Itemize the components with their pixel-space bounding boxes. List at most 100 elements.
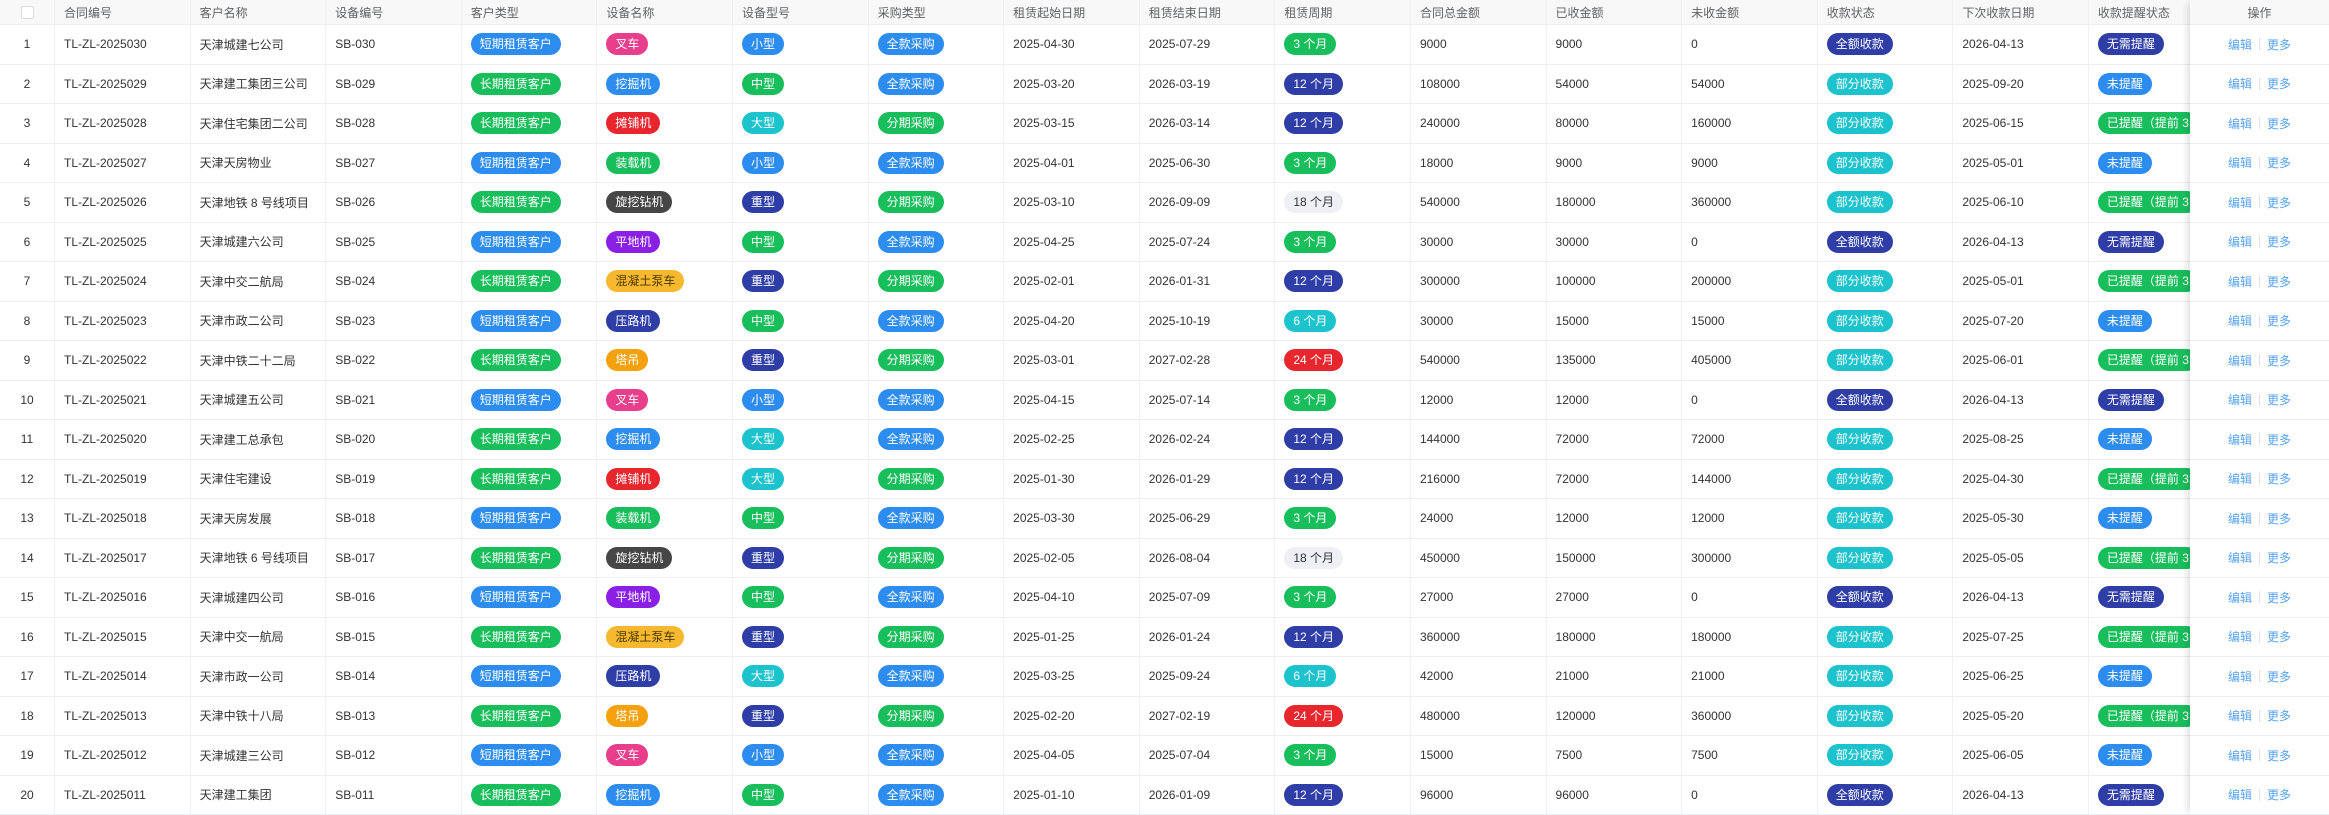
table-row[interactable]: 5 TL-ZL-2025026 天津地铁 8 号线项目 SB-026 长期租赁客户 旋挖钻… xyxy=(0,183,2225,223)
edit-link[interactable]: 编辑 xyxy=(2228,628,2252,645)
edit-link[interactable]: 编辑 xyxy=(2228,36,2252,53)
edit-link[interactable]: 编辑 xyxy=(2228,391,2252,408)
table-row[interactable]: 12 TL-ZL-2025019 天津住宅建设 SB-019 长期租赁客户 摊铺机 大型 分期… xyxy=(0,459,2225,499)
table-row[interactable]: 16 TL-ZL-2025015 天津中交一航局 SB-015 长期租赁客户 混凝土泵车 重… xyxy=(0,617,2225,657)
customer-name-cell: 天津城建七公司 xyxy=(191,25,327,64)
edit-link[interactable]: 编辑 xyxy=(2228,352,2252,369)
table-row[interactable]: 13 TL-ZL-2025018 天津天房发展 SB-018 短期租赁客户 装载机 中型 全款… xyxy=(0,499,2225,539)
payment-status-tag: 部分收款 xyxy=(1826,270,1893,293)
purchase-type-tag: 分期采购 xyxy=(877,112,944,135)
lease-end-date-cell: 2025-09-24 xyxy=(1140,657,1276,696)
more-link[interactable]: 更多 xyxy=(2267,431,2291,448)
lease-start-date-cell: 2025-02-05 xyxy=(1004,538,1140,577)
purchase-type-cell: 全款采购 xyxy=(869,775,1005,814)
payment-status-tag: 部分收款 xyxy=(1826,665,1893,688)
rental-contract-table: 合同编号 客户名称 设备编号 客户类型 设备名称 设备型号 采购类型 租赁起始日… xyxy=(0,0,2225,815)
table-row[interactable]: 2 TL-ZL-2025029 天津建工集团三公司 SB-029 长期租赁客户 挖掘机 中型… xyxy=(0,64,2225,104)
table-row[interactable]: 10 TL-ZL-2025021 天津城建五公司 SB-021 短期租赁客户 叉车 小型 全款… xyxy=(0,380,2225,420)
next-payment-date-cell: 2025-09-20 xyxy=(1953,64,2089,103)
actions-row: 编辑 更多 xyxy=(2190,460,2329,499)
more-link[interactable]: 更多 xyxy=(2267,628,2291,645)
table-row[interactable]: 8 TL-ZL-2025023 天津市政二公司 SB-023 短期租赁客户 压路机 中型 全款… xyxy=(0,301,2225,341)
next-payment-date-cell: 2025-06-10 xyxy=(1953,183,2089,222)
lease-start-date-cell: 2025-04-25 xyxy=(1004,222,1140,261)
table-row[interactable]: 20 TL-ZL-2025011 天津建工集团 SB-011 长期租赁客户 挖掘机 中型 全款… xyxy=(0,775,2225,815)
contract-no-cell: TL-ZL-2025029 xyxy=(55,64,191,103)
action-divider xyxy=(2259,749,2260,762)
edit-link[interactable]: 编辑 xyxy=(2228,747,2252,764)
payment-status-tag: 部分收款 xyxy=(1826,428,1893,451)
more-link[interactable]: 更多 xyxy=(2267,352,2291,369)
edit-link[interactable]: 编辑 xyxy=(2228,549,2252,566)
received-amount-cell: 100000 xyxy=(1547,262,1683,301)
more-link[interactable]: 更多 xyxy=(2267,668,2291,685)
more-link[interactable]: 更多 xyxy=(2267,510,2291,527)
edit-link[interactable]: 编辑 xyxy=(2228,470,2252,487)
lease-start-date-cell: 2025-02-20 xyxy=(1004,696,1140,735)
table-row[interactable]: 14 TL-ZL-2025017 天津地铁 6 号线项目 SB-017 长期租赁客户 旋挖… xyxy=(0,538,2225,578)
more-link[interactable]: 更多 xyxy=(2267,154,2291,171)
lease-period-cell: 12 个月 xyxy=(1275,420,1411,459)
lease-period-tag: 18 个月 xyxy=(1284,191,1344,214)
lease-end-date-cell: 2025-07-29 xyxy=(1140,25,1276,64)
more-link[interactable]: 更多 xyxy=(2267,194,2291,211)
table-row[interactable]: 4 TL-ZL-2025027 天津天房物业 SB-027 短期租赁客户 装载机 小型 全款采… xyxy=(0,143,2225,183)
purchase-type-tag: 全款采购 xyxy=(877,230,944,253)
lease-start-date-cell: 2025-03-10 xyxy=(1004,183,1140,222)
more-link[interactable]: 更多 xyxy=(2267,233,2291,250)
edit-link[interactable]: 编辑 xyxy=(2228,786,2252,803)
more-link[interactable]: 更多 xyxy=(2267,312,2291,329)
equipment-name-cell: 装载机 xyxy=(597,499,733,538)
table-row[interactable]: 11 TL-ZL-2025020 天津建工总承包 SB-020 长期租赁客户 挖掘机 大型 全… xyxy=(0,420,2225,460)
purchase-type-tag: 分期采购 xyxy=(877,704,944,727)
select-all-checkbox[interactable] xyxy=(20,5,34,19)
table-row[interactable]: 7 TL-ZL-2025024 天津中交二航局 SB-024 长期租赁客户 混凝土泵车 重型… xyxy=(0,262,2225,302)
equipment-name-cell: 压路机 xyxy=(597,301,733,340)
more-link[interactable]: 更多 xyxy=(2267,273,2291,290)
more-link[interactable]: 更多 xyxy=(2267,391,2291,408)
more-link[interactable]: 更多 xyxy=(2267,589,2291,606)
more-link[interactable]: 更多 xyxy=(2267,470,2291,487)
action-divider xyxy=(2259,117,2260,130)
purchase-type-cell: 全款采购 xyxy=(869,25,1005,64)
edit-link[interactable]: 编辑 xyxy=(2228,194,2252,211)
table-row[interactable]: 1 TL-ZL-2025030 天津城建七公司 SB-030 短期租赁客户 叉车 小型 全款采… xyxy=(0,25,2225,65)
edit-link[interactable]: 编辑 xyxy=(2228,510,2252,527)
edit-link[interactable]: 编辑 xyxy=(2228,273,2252,290)
purchase-type-tag: 全款采购 xyxy=(877,783,944,806)
edit-link[interactable]: 编辑 xyxy=(2228,233,2252,250)
contract-total-cell: 480000 xyxy=(1411,696,1547,735)
more-link[interactable]: 更多 xyxy=(2267,747,2291,764)
table-row[interactable]: 19 TL-ZL-2025012 天津城建三公司 SB-012 短期租赁客户 叉车 小型 全款… xyxy=(0,736,2225,776)
edit-link[interactable]: 编辑 xyxy=(2228,431,2252,448)
row-index: 3 xyxy=(0,104,55,143)
edit-link[interactable]: 编辑 xyxy=(2228,75,2252,92)
table-row[interactable]: 3 TL-ZL-2025028 天津住宅集团二公司 SB-028 长期租赁客户 摊铺机 大型… xyxy=(0,104,2225,144)
edit-link[interactable]: 编辑 xyxy=(2228,312,2252,329)
contract-no-cell: TL-ZL-2025023 xyxy=(55,301,191,340)
more-link[interactable]: 更多 xyxy=(2267,707,2291,724)
edit-link[interactable]: 编辑 xyxy=(2228,115,2252,132)
actions-row: 编辑 更多 xyxy=(2190,420,2329,460)
purchase-type-cell: 全款采购 xyxy=(869,657,1005,696)
customer-type-cell: 长期租赁客户 xyxy=(462,262,598,301)
table-row[interactable]: 18 TL-ZL-2025013 天津中铁十八局 SB-013 长期租赁客户 塔吊 重型 分期… xyxy=(0,696,2225,736)
more-link[interactable]: 更多 xyxy=(2267,75,2291,92)
more-link[interactable]: 更多 xyxy=(2267,549,2291,566)
lease-period-tag: 3 个月 xyxy=(1284,388,1337,411)
more-link[interactable]: 更多 xyxy=(2267,36,2291,53)
edit-link[interactable]: 编辑 xyxy=(2228,589,2252,606)
lease-start-date-cell: 2025-04-20 xyxy=(1004,301,1140,340)
table-row[interactable]: 15 TL-ZL-2025016 天津城建四公司 SB-016 短期租赁客户 平地机 中型 全… xyxy=(0,578,2225,618)
table-row[interactable]: 9 TL-ZL-2025022 天津中铁二十二局 SB-022 长期租赁客户 塔吊 重型 分期… xyxy=(0,341,2225,381)
table-row[interactable]: 17 TL-ZL-2025014 天津市政一公司 SB-014 短期租赁客户 压路机 大型 全… xyxy=(0,657,2225,697)
edit-link[interactable]: 编辑 xyxy=(2228,668,2252,685)
edit-link[interactable]: 编辑 xyxy=(2228,154,2252,171)
edit-link[interactable]: 编辑 xyxy=(2228,707,2252,724)
contract-total-cell: 27000 xyxy=(1411,578,1547,617)
customer-name-cell: 天津建工集团三公司 xyxy=(191,64,327,103)
more-link[interactable]: 更多 xyxy=(2267,786,2291,803)
table-row[interactable]: 6 TL-ZL-2025025 天津城建六公司 SB-025 短期租赁客户 平地机 中型 全款… xyxy=(0,222,2225,262)
more-link[interactable]: 更多 xyxy=(2267,115,2291,132)
equipment-no-cell: SB-023 xyxy=(326,301,462,340)
